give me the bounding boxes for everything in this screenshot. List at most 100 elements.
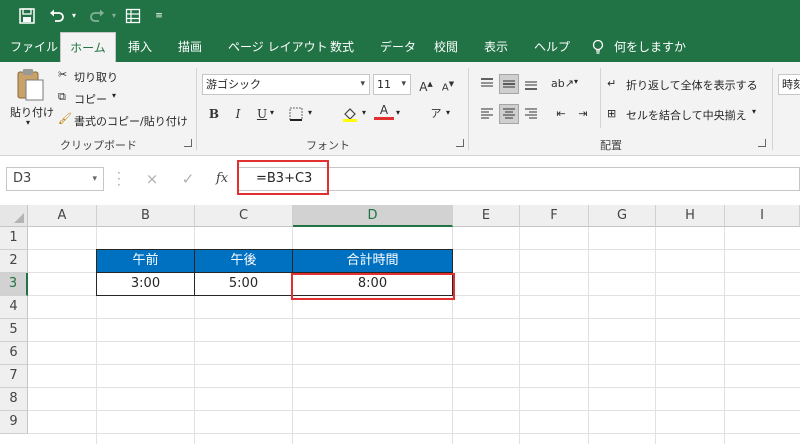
- column-header-f[interactable]: F: [520, 205, 589, 227]
- tab-help[interactable]: ヘルプ: [534, 32, 570, 62]
- enter-icon[interactable]: ✓: [176, 167, 200, 191]
- font-name-combo[interactable]: 游ゴシック ▾: [202, 74, 370, 95]
- cell-d2[interactable]: 合計時間: [292, 249, 453, 273]
- undo-icon[interactable]: [46, 5, 68, 27]
- redo-dropdown-icon[interactable]: ▾: [108, 5, 120, 27]
- paste-label[interactable]: 貼り付け: [10, 104, 54, 120]
- alignment-launcher-icon[interactable]: [758, 139, 766, 147]
- tab-data[interactable]: データ: [380, 32, 416, 62]
- row-header-1[interactable]: 1: [0, 227, 28, 250]
- insert-function-icon[interactable]: fx: [216, 167, 228, 191]
- select-all-button[interactable]: [0, 205, 28, 227]
- column-header-h[interactable]: H: [656, 205, 725, 227]
- customize-qat-icon[interactable]: ≡: [152, 5, 166, 27]
- underline-dropdown-icon[interactable]: ▾: [270, 108, 274, 117]
- merge-center-icon[interactable]: ⊞: [607, 107, 616, 120]
- increase-font-size-icon[interactable]: A▲: [416, 74, 436, 94]
- cell-grid[interactable]: 午前 午後 合計時間 3:00 5:00 8:00: [28, 227, 800, 444]
- formula-bar-grip-icon[interactable]: · · ·: [117, 167, 121, 191]
- undo-dropdown-icon[interactable]: ▾: [68, 5, 80, 27]
- merge-center-button[interactable]: セルを結合して中央揃え: [626, 107, 747, 123]
- column-header-e[interactable]: E: [453, 205, 520, 227]
- underline-button[interactable]: U: [252, 104, 272, 124]
- orientation-icon[interactable]: ab↗: [551, 74, 574, 94]
- tab-insert[interactable]: 挿入: [128, 32, 152, 62]
- paste-icon[interactable]: [14, 68, 46, 102]
- tell-me-box[interactable]: 何をしますか: [614, 32, 686, 62]
- save-icon[interactable]: [16, 5, 38, 27]
- middle-align-icon[interactable]: [499, 74, 519, 94]
- row-header-6[interactable]: 6: [0, 342, 28, 365]
- cell-b3[interactable]: 3:00: [96, 272, 195, 296]
- gridline: [28, 341, 800, 342]
- font-launcher-icon[interactable]: [456, 139, 464, 147]
- font-size-dropdown-icon[interactable]: ▾: [401, 75, 406, 94]
- font-color-icon[interactable]: A: [374, 102, 394, 120]
- row-header-4[interactable]: 4: [0, 296, 28, 319]
- excel-window: ▾ ▾ ≡ ファイル ホーム 挿入 描画 ページ レイアウト 数式 データ 校閲…: [0, 0, 800, 444]
- italic-button[interactable]: I: [228, 104, 248, 124]
- clipboard-launcher-icon[interactable]: [184, 139, 192, 147]
- font-name-dropdown-icon[interactable]: ▾: [360, 75, 365, 94]
- cut-icon[interactable]: ✂: [58, 68, 67, 81]
- tab-file[interactable]: ファイル: [10, 32, 58, 62]
- font-color-dropdown-icon[interactable]: ▾: [396, 108, 400, 117]
- cell-b2[interactable]: 午前: [96, 249, 195, 273]
- borders-icon[interactable]: [286, 104, 306, 124]
- orientation-dropdown-icon[interactable]: ▾: [574, 77, 578, 86]
- number-format-value: 時刻: [782, 78, 800, 91]
- lightbulb-icon: [592, 32, 604, 62]
- copy-label[interactable]: コピー: [74, 91, 107, 107]
- align-left-icon[interactable]: [477, 104, 497, 124]
- decrease-indent-icon[interactable]: ⇤: [551, 104, 571, 124]
- cell-c3[interactable]: 5:00: [194, 272, 293, 296]
- tab-draw[interactable]: 描画: [178, 32, 202, 62]
- bottom-align-icon[interactable]: [521, 74, 541, 94]
- phonetic-dropdown-icon[interactable]: ▾: [446, 108, 450, 117]
- row-header-7[interactable]: 7: [0, 365, 28, 388]
- wrap-text-button[interactable]: 折り返して全体を表示する: [626, 77, 758, 93]
- cut-label[interactable]: 切り取り: [74, 69, 118, 85]
- number-format-combo[interactable]: 時刻: [778, 74, 800, 95]
- tab-home[interactable]: ホーム: [60, 32, 116, 63]
- decrease-font-size-icon[interactable]: A▼: [438, 74, 458, 94]
- copy-icon[interactable]: ⧉: [58, 90, 66, 104]
- row-header-2[interactable]: 2: [0, 250, 28, 273]
- column-header-d[interactable]: D: [293, 205, 453, 227]
- column-header-c[interactable]: C: [195, 205, 293, 227]
- row-header-3[interactable]: 3: [0, 273, 28, 296]
- redo-icon[interactable]: [86, 5, 108, 27]
- cell-c2[interactable]: 午後: [194, 249, 293, 273]
- phonetic-guide-icon[interactable]: ア: [426, 104, 446, 124]
- row-header-8[interactable]: 8: [0, 388, 28, 411]
- font-size-combo[interactable]: 11 ▾: [373, 74, 411, 95]
- format-painter-icon[interactable]: 🖌: [58, 112, 72, 125]
- fill-color-icon[interactable]: [340, 104, 360, 124]
- column-header-b[interactable]: B: [97, 205, 195, 227]
- align-center-icon[interactable]: [499, 104, 519, 124]
- tab-review[interactable]: 校閲: [434, 32, 458, 62]
- increase-indent-icon[interactable]: ⇥: [573, 104, 593, 124]
- bold-button[interactable]: B: [204, 104, 224, 124]
- borders-dropdown-icon[interactable]: ▾: [308, 108, 312, 117]
- column-header-i[interactable]: I: [725, 205, 800, 227]
- wrap-text-icon[interactable]: ↵: [607, 77, 616, 90]
- tab-page-layout[interactable]: ページ レイアウト: [228, 32, 328, 62]
- column-header-a[interactable]: A: [28, 205, 97, 227]
- tab-formulas[interactable]: 数式: [330, 32, 354, 62]
- paste-dropdown-icon[interactable]: ▾: [26, 118, 30, 127]
- name-box-dropdown-icon[interactable]: ▾: [92, 168, 97, 190]
- top-align-icon[interactable]: [477, 74, 497, 94]
- cancel-icon[interactable]: ×: [140, 167, 164, 191]
- format-painter-label[interactable]: 書式のコピー/貼り付け: [74, 113, 188, 129]
- column-header-g[interactable]: G: [589, 205, 656, 227]
- row-header-5[interactable]: 5: [0, 319, 28, 342]
- tab-view[interactable]: 表示: [484, 32, 508, 62]
- row-header-9[interactable]: 9: [0, 411, 28, 434]
- name-box[interactable]: D3 ▾: [6, 167, 104, 191]
- form-icon[interactable]: [122, 5, 144, 27]
- align-right-icon[interactable]: [521, 104, 541, 124]
- copy-dropdown-icon[interactable]: ▾: [112, 91, 116, 100]
- fill-color-dropdown-icon[interactable]: ▾: [362, 108, 366, 117]
- merge-dropdown-icon[interactable]: ▾: [752, 107, 756, 116]
